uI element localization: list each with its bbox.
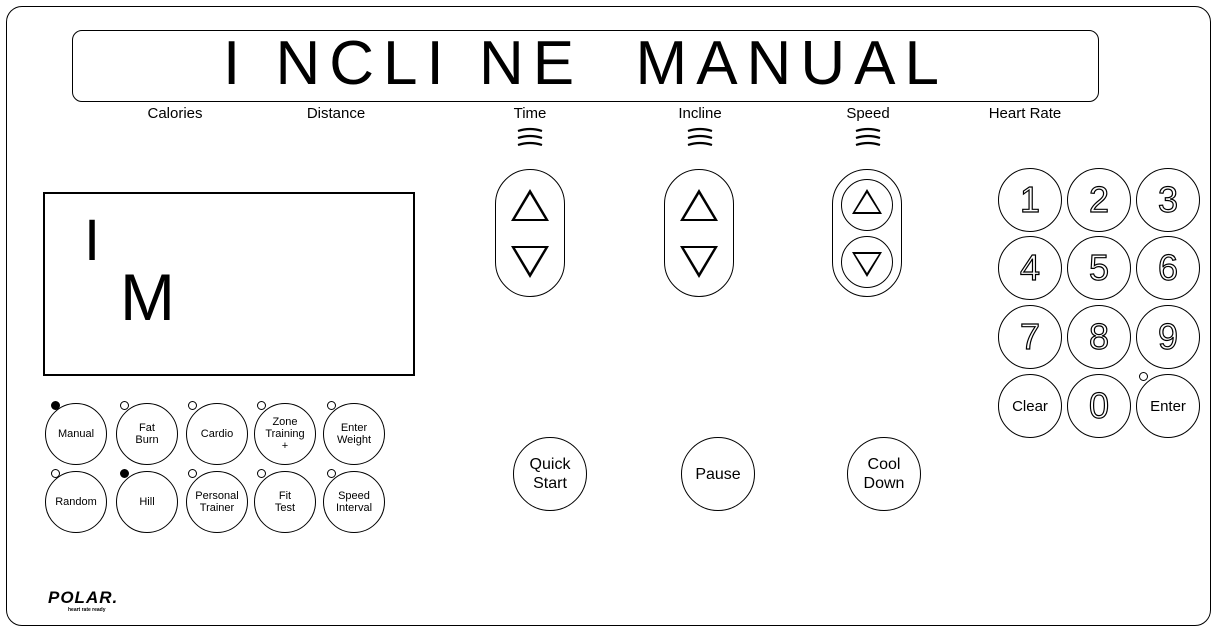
heart-rate-label: Heart Rate [988,105,1062,122]
personal-trainer-button[interactable]: Personal Trainer [186,471,248,533]
up-arrow-icon [852,189,882,214]
fit-test-label: Fit Test [274,490,296,514]
incline-label: Incline [678,105,722,122]
fat-burn-button[interactable]: Fat Burn [116,403,178,465]
speed-down-button[interactable] [841,235,893,288]
polar-logo: POLAR. [48,588,119,607]
personal-trainer-label: Personal Trainer [195,490,239,514]
key-6[interactable]: 6 [1136,236,1200,300]
key-6-label: 6 [1157,246,1179,288]
clear-key-label: Clear [1012,397,1048,415]
pause-button[interactable]: Pause [681,437,755,511]
calories-label: Calories [147,105,203,122]
zone-training-led [257,401,266,410]
clear-key[interactable]: Clear [998,374,1062,438]
fit-test-led [257,469,266,478]
key-0-label: 0 [1088,384,1110,426]
key-8-label: 8 [1088,315,1110,357]
cool-down-label: Cool Down [863,456,905,492]
speed-interval-button[interactable]: Speed Interval [323,471,385,533]
speed-rocker [832,169,902,297]
pause-label: Pause [695,465,741,483]
enter-key[interactable]: Enter [1136,374,1200,438]
manual-led [51,401,60,410]
quick-start-label: Quick Start [529,456,571,492]
fit-test-button[interactable]: Fit Test [254,471,316,533]
personal-trainer-led [188,469,197,478]
random-label: Random [55,496,97,508]
enter-weight-button[interactable]: Enter Weight [323,403,385,465]
speed-label: Speed [846,105,890,122]
enter-weight-led [327,401,336,410]
speed-up-button[interactable] [841,178,893,231]
quick-start-button[interactable]: Quick Start [513,437,587,511]
hill-led [120,469,129,478]
key-7-label: 7 [1019,315,1041,357]
incline-rocker [664,169,734,297]
key-0[interactable]: 0 [1067,374,1131,438]
zone-training-label: Zone Training + [265,416,305,452]
hill-button[interactable]: Hill [116,471,178,533]
zone-training-button[interactable]: Zone Training + [254,403,316,465]
display-char-left: I [84,208,101,273]
banner-text: I NCLI NE MANUAL [223,29,948,98]
key-5[interactable]: 5 [1067,236,1131,300]
key-8[interactable]: 8 [1067,305,1131,369]
time-down-button[interactable] [511,245,549,278]
down-arrow-icon [852,252,882,277]
display-char-right: M [120,260,175,334]
hill-label: Hill [139,496,155,508]
key-4-label: 4 [1019,246,1041,288]
cardio-label: Cardio [200,428,234,440]
fat-burn-label: Fat Burn [135,422,159,446]
cardio-led [188,401,197,410]
key-3-label: 3 [1157,178,1179,220]
key-1[interactable]: 1 [998,168,1062,232]
cool-down-button[interactable]: Cool Down [847,437,921,511]
speed-interval-label: Speed Interval [335,490,373,514]
key-2-label: 2 [1088,178,1110,220]
key-7[interactable]: 7 [998,305,1062,369]
key-4[interactable]: 4 [998,236,1062,300]
incline-down-button[interactable] [680,245,718,278]
enter-led [1139,372,1148,381]
cardio-button[interactable]: Cardio [186,403,248,465]
incline-wave-icon [687,127,713,147]
key-3[interactable]: 3 [1136,168,1200,232]
time-wave-icon [517,127,543,147]
speed-interval-led [327,469,336,478]
fat-burn-led [120,401,129,410]
speed-wave-icon [855,127,881,147]
polar-tagline: heart rate ready [68,607,106,613]
time-rocker [495,169,565,297]
manual-button[interactable]: Manual [45,403,107,465]
time-label: Time [513,105,547,122]
key-9[interactable]: 9 [1136,305,1200,369]
key-2[interactable]: 2 [1067,168,1131,232]
key-9-label: 9 [1157,315,1179,357]
random-button[interactable]: Random [45,471,107,533]
key-1-label: 1 [1019,178,1041,220]
incline-up-button[interactable] [680,188,718,221]
key-5-label: 5 [1088,246,1110,288]
manual-label: Manual [57,428,95,440]
time-up-button[interactable] [511,188,549,221]
random-led [51,469,60,478]
distance-label: Distance [306,105,366,122]
enter-weight-label: Enter Weight [336,422,372,446]
enter-key-label: Enter [1150,397,1186,415]
